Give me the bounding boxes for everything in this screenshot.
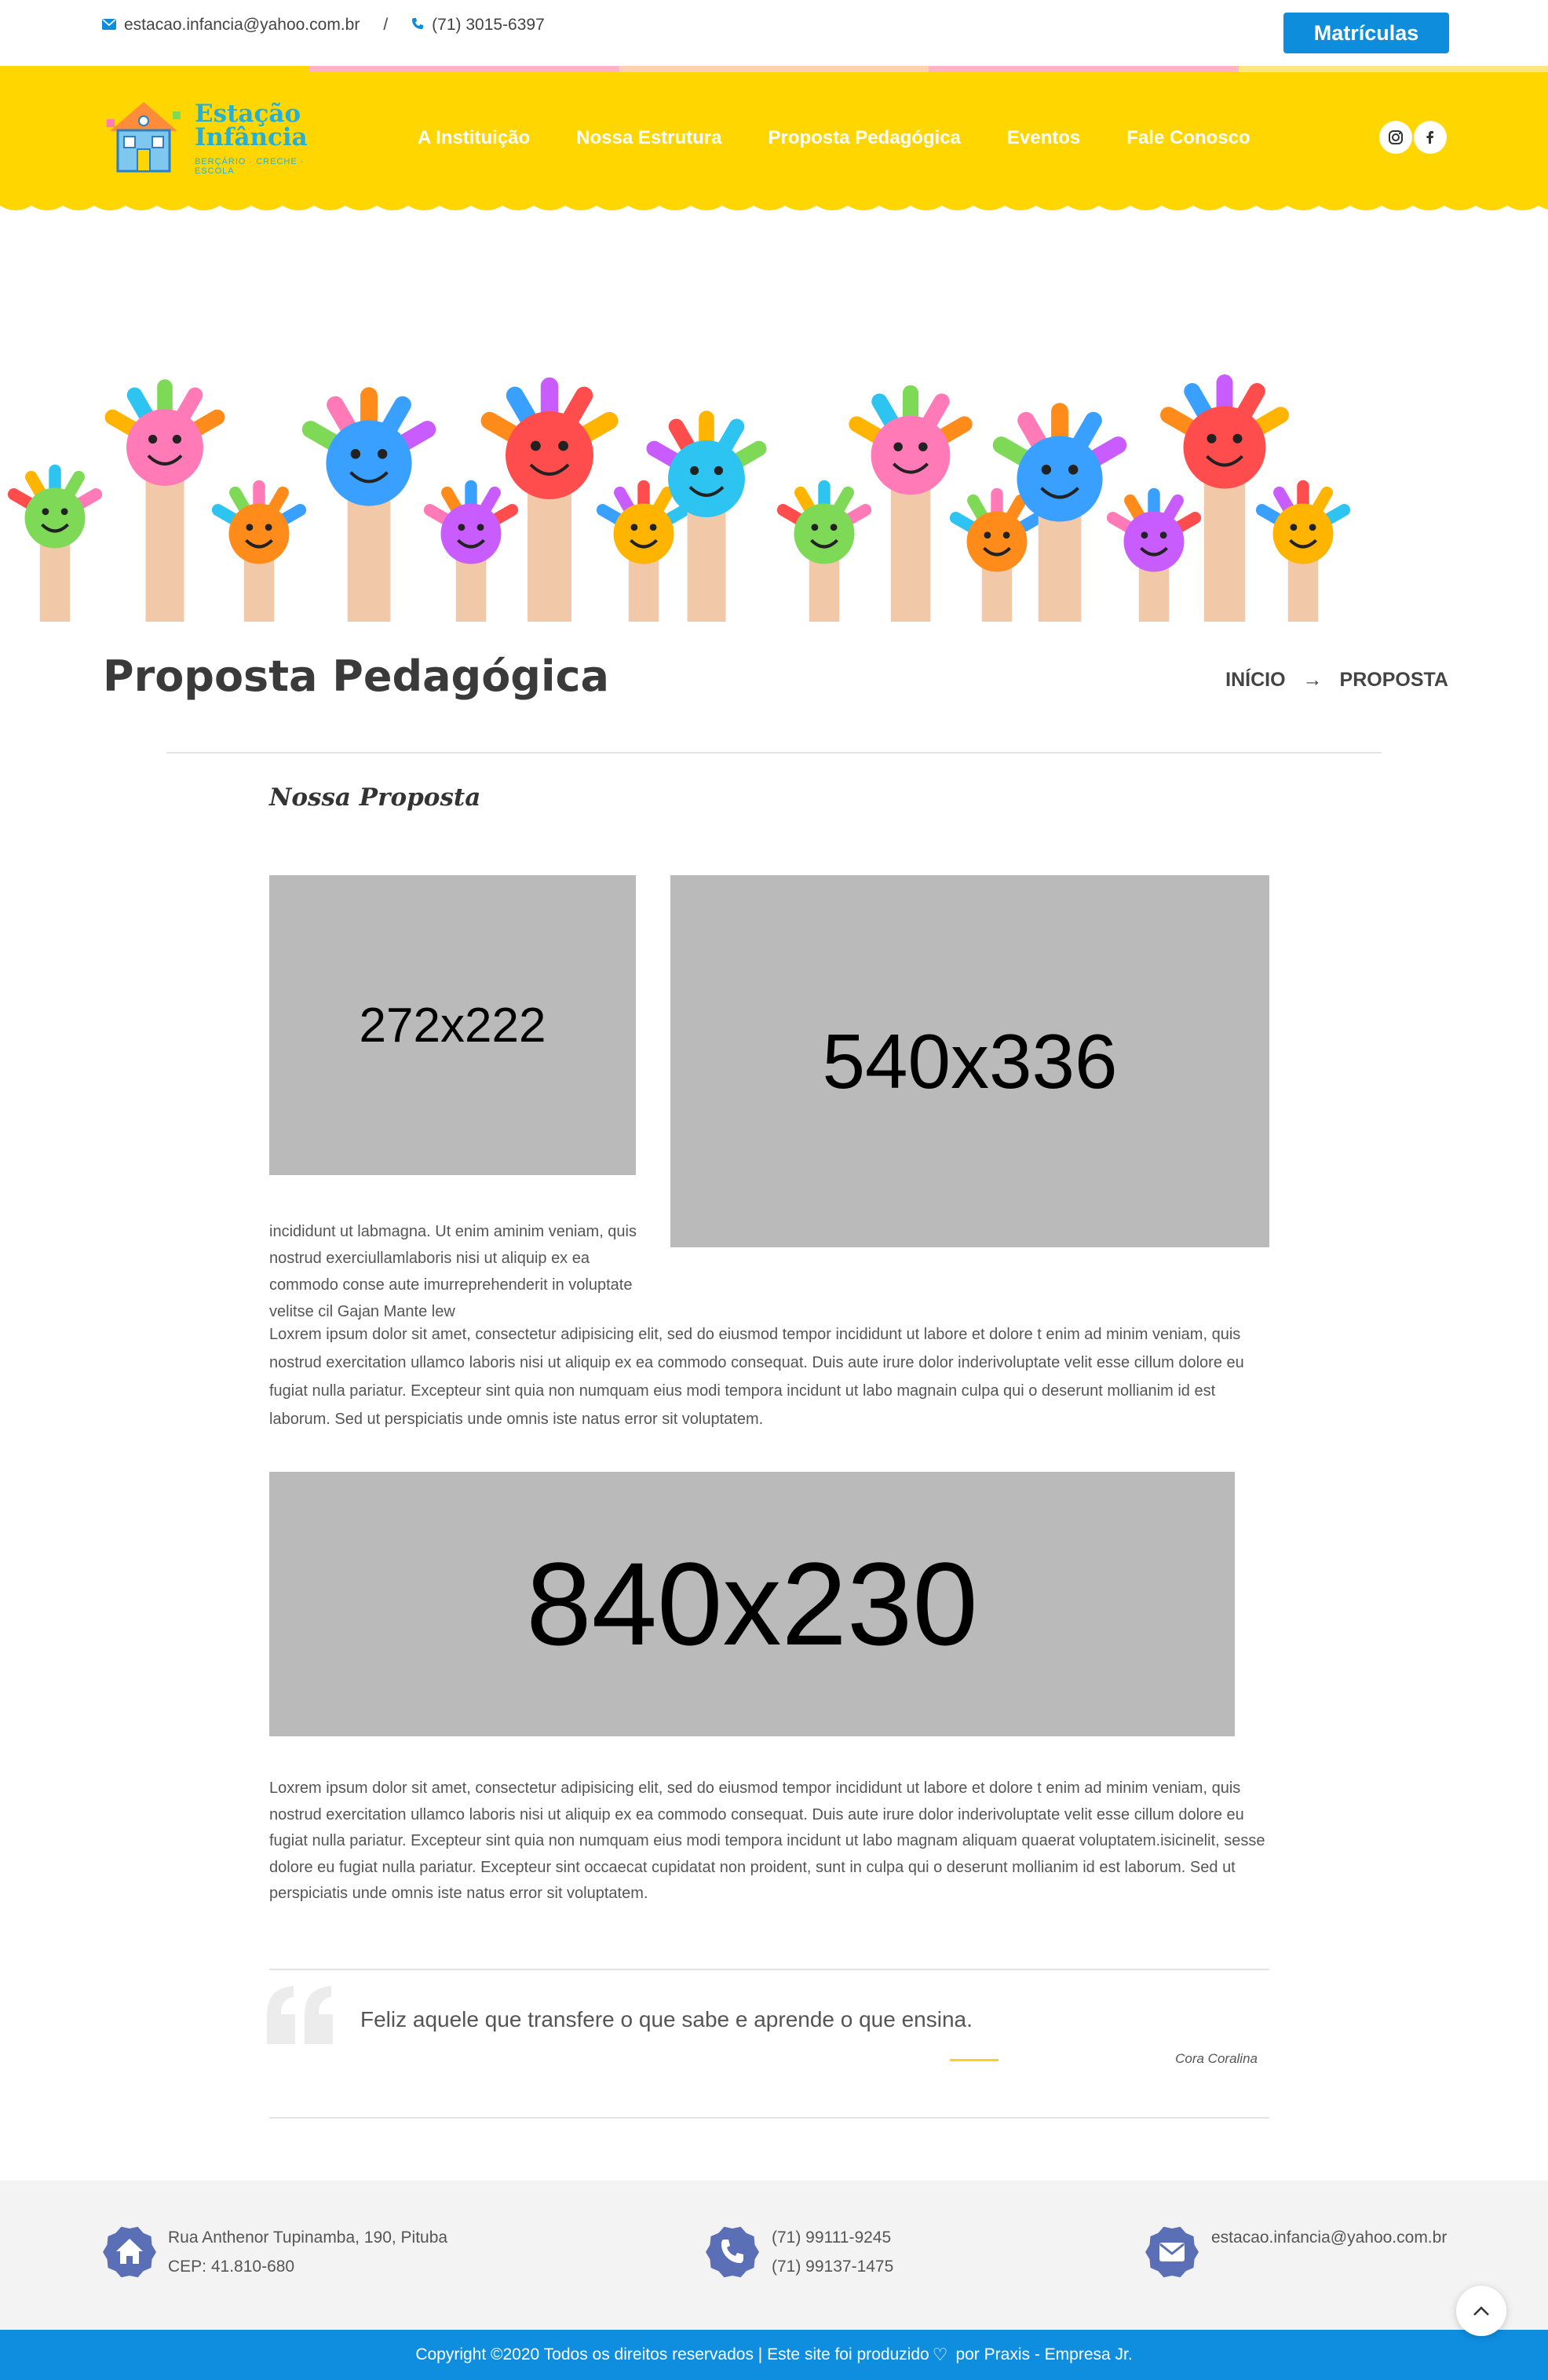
site-logo[interactable]: Estação Infância BERÇÁRIO · CRECHE · ESC… [100,96,308,182]
quote-divider-top [269,1969,1269,1970]
footer-phone-1[interactable]: (71) 99111-9245 [772,2223,893,2252]
page-title: Proposta Pedagógica [103,652,609,701]
logo-tagline: BERÇÁRIO · CRECHE · ESCOLA [195,157,305,176]
address-line: Rua Anthenor Tupinamba, 190, Pituba [168,2229,448,2247]
back-to-top-button[interactable] [1456,2286,1506,2336]
quote-icon [267,1986,333,2044]
quote-text: Feliz aquele que transfere o que sabe e … [360,2007,973,2031]
home-icon [103,2226,156,2278]
phone-badge-icon [706,2226,759,2278]
placeholder-image-small: 272x222 [269,875,636,1175]
quote-divider-bottom [269,2117,1269,2119]
mail-badge-icon [1145,2226,1199,2278]
instagram-icon [1389,130,1403,144]
nav-item-instituicao[interactable]: A Instituição [418,127,530,149]
body-paragraph-1: Loxrem ipsum dolor sit amet, consectetur… [269,1326,1244,1428]
top-contact: estacao.infancia@yahoo.com.br / (71) 301… [102,16,545,35]
painted-hand-shape [1106,487,1202,622]
nav-item-proposta[interactable]: Proposta Pedagógica [769,127,961,149]
painted-hand-shape [423,480,519,622]
credits-link[interactable]: por Praxis - Empresa Jr. [955,2345,1132,2364]
logo-title-line2: Infância [195,123,308,151]
painted-hand-shape [849,385,973,622]
painted-hand-shape [776,480,872,622]
painted-hand-shape [211,480,307,622]
painted-hand-shape [596,480,692,622]
painted-hand-shape [7,464,103,622]
divider [166,752,1382,754]
footer-phone-2[interactable]: (71) 99137-1475 [772,2252,893,2281]
house-logo-icon [107,102,181,173]
breadcrumb-home-link[interactable]: INÍCIO [1225,669,1285,692]
top-separator: / [383,16,389,34]
top-bar: estacao.infancia@yahoo.com.br / (71) 301… [0,0,1548,66]
logo-title: Estação Infância [195,100,308,151]
phone-icon [411,16,424,35]
hero-banner [0,283,1548,622]
painted-hand-shape [480,377,619,622]
placeholder-label: 540x336 [822,1017,1118,1104]
matriculas-button[interactable]: Matrículas [1283,13,1449,53]
painted-hand-shape [1255,480,1351,622]
logo-title-line1: Estação [195,100,301,128]
copyright-bar: Copyright ©2020 Todos os direitos reserv… [0,2330,1548,2380]
footer-phones: (71) 99111-9245 (71) 99137-1475 [772,2223,893,2281]
nav-item-estrutura[interactable]: Nossa Estrutura [576,127,721,149]
painted-hands-image [7,374,1351,622]
painted-hand-shape [301,387,436,622]
header-wave [0,195,1548,210]
breadcrumb-current: PROPOSTA [1339,669,1448,691]
placeholder-image-medium: 540x336 [670,875,1269,1247]
heart-icon: ♡ [932,2345,948,2364]
main-header: Estação Infância BERÇÁRIO · CRECHE · ESC… [0,72,1548,206]
footer: Rua Anthenor Tupinamba, 190, Pituba CEP:… [0,2181,1548,2330]
copyright-text: Copyright ©2020 Todos os direitos reserv… [415,2345,929,2364]
postal-code: CEP: 41.810-680 [168,2258,295,2276]
breadcrumb: INÍCIO → PROPOSTA [1225,669,1448,692]
quote-accent-line [950,2059,999,2061]
main-nav: A Instituição Nossa Estrutura Proposta P… [418,127,1297,149]
rainbow-strip [0,66,1548,72]
body-paragraph-2: Loxrem ipsum dolor sit amet, consectetur… [269,1780,1265,1902]
instagram-button[interactable] [1379,121,1412,154]
placeholder-image-wide: 840x230 [269,1472,1235,1736]
placeholder-label: 272x222 [359,998,546,1053]
footer-address: Rua Anthenor Tupinamba, 190, Pituba CEP:… [168,2223,447,2281]
nav-item-contato[interactable]: Fale Conosco [1126,127,1250,149]
footer-email: estacao.infancia@yahoo.com.br [1211,2223,1447,2252]
section-heading: Nossa Proposta [269,783,481,812]
chevron-up-icon [1473,2306,1489,2316]
facebook-button[interactable] [1414,121,1447,154]
footer-email-link[interactable]: estacao.infancia@yahoo.com.br [1211,2223,1447,2252]
top-email-link[interactable]: estacao.infancia@yahoo.com.br [124,16,360,35]
painted-hand-shape [1160,374,1289,622]
nav-item-eventos[interactable]: Eventos [1007,127,1080,149]
top-phone-link[interactable]: (71) 3015-6397 [432,16,545,35]
intro-paragraph: incididunt ut labmagna. Ut enim aminim v… [269,1223,637,1320]
breadcrumb-arrow-icon: → [1302,669,1323,691]
placeholder-label: 840x230 [526,1538,978,1670]
envelope-icon [102,16,116,35]
painted-hand-shape [104,379,225,622]
quote-author: Cora Coralina [1175,2051,1258,2066]
painted-hand-shape [992,403,1127,622]
painted-hand-shape [949,487,1045,622]
facebook-icon [1426,131,1433,144]
